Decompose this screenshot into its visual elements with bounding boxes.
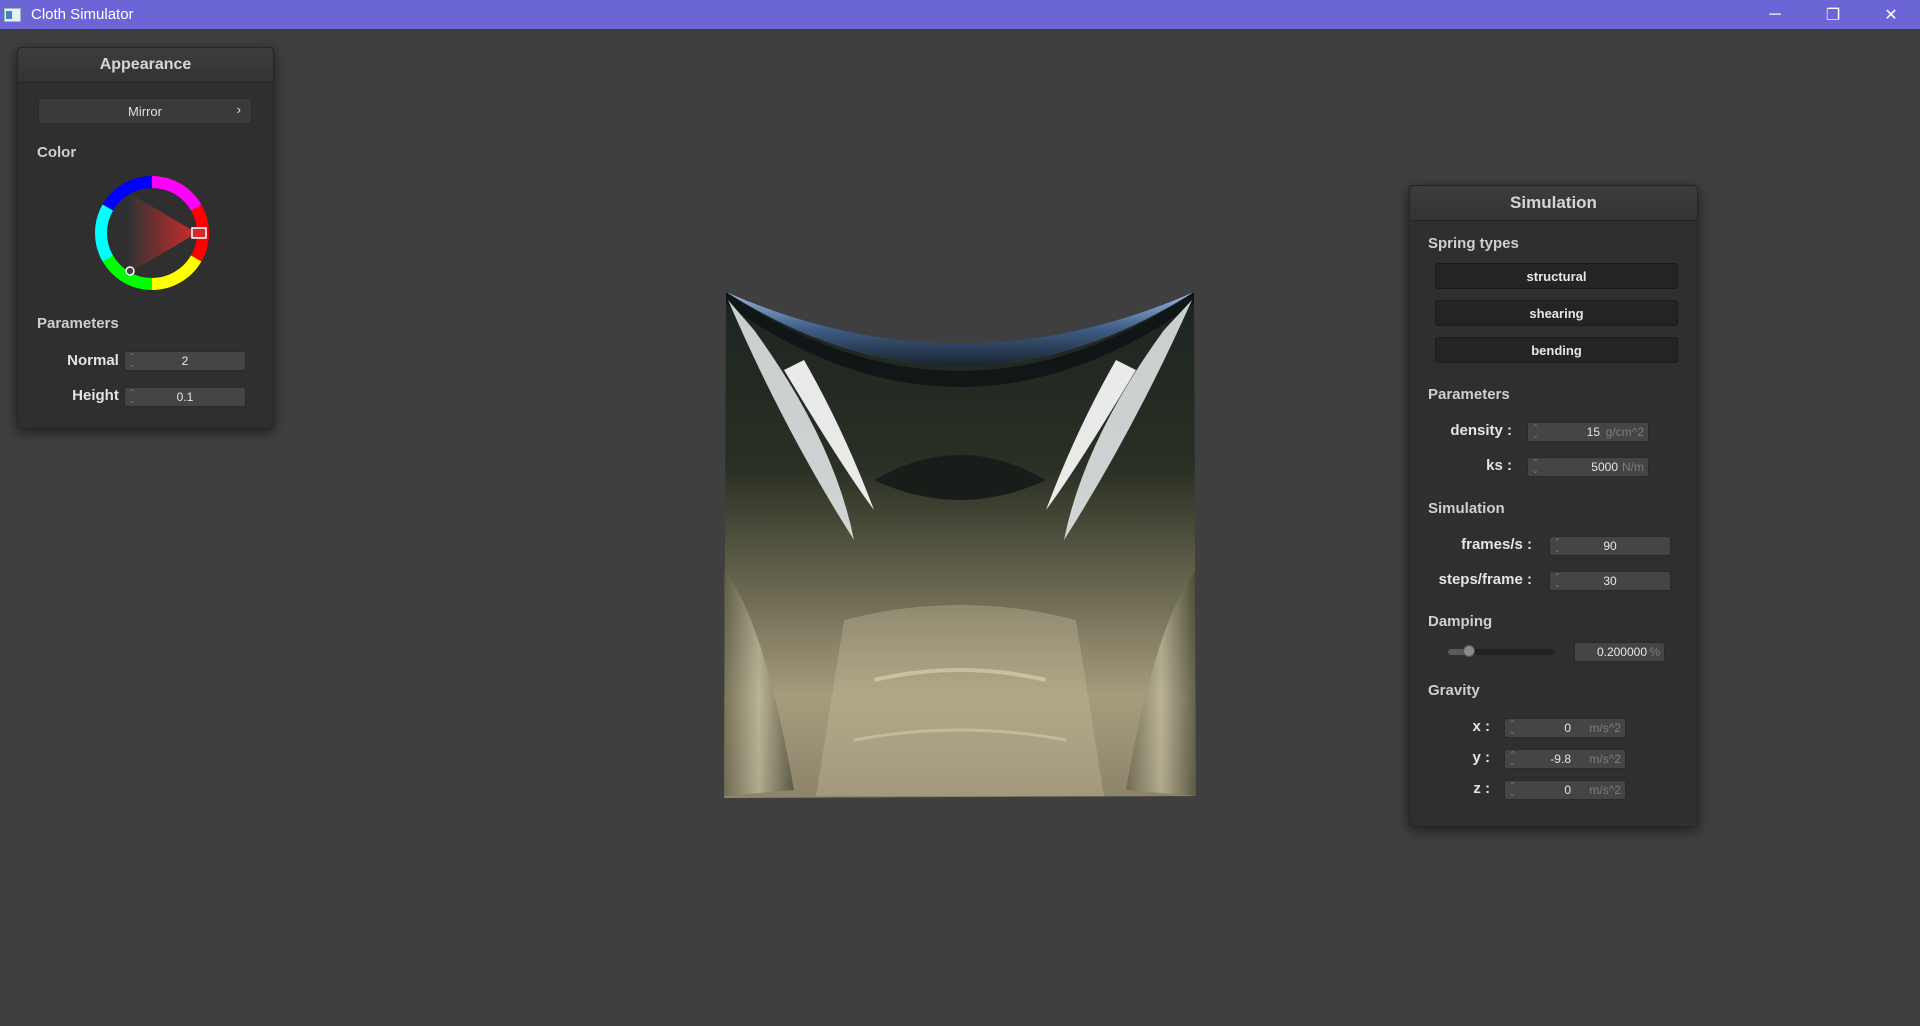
ks-label: ks : [1486, 457, 1512, 474]
spinner-icon[interactable]: ⌃ ⌄ [1509, 782, 1516, 798]
appearance-title: Appearance [99, 56, 192, 73]
simulation-panel-header[interactable]: Simulation [1410, 186, 1697, 221]
cloth-viewport[interactable] [724, 290, 1196, 798]
chevron-right-icon: › [236, 102, 241, 117]
gravity-z-value: 0 [1564, 783, 1571, 797]
hue-handle[interactable] [191, 227, 207, 239]
steps-value: 30 [1603, 574, 1617, 588]
ks-field[interactable]: ⌃ ⌄ 5000 N/m [1527, 457, 1649, 477]
height-field[interactable]: ⌃ ⌄ 0.1 [124, 387, 246, 407]
appearance-panel-header[interactable]: Appearance [18, 48, 273, 83]
height-label: Height : [72, 387, 128, 404]
ks-unit: N/m [1622, 460, 1644, 474]
spinner-icon[interactable]: ⌃ ⌄ [1509, 720, 1516, 736]
steps-label: steps/frame : [1438, 571, 1532, 588]
spinner-icon[interactable]: ⌃ ⌄ [1509, 751, 1516, 767]
simulation-title: Simulation [1510, 193, 1597, 212]
gravity-x-label: x : [1472, 718, 1490, 735]
damping-field[interactable]: 0.200000 % [1574, 642, 1665, 662]
color-handle[interactable] [125, 266, 135, 276]
density-value: 15 [1586, 425, 1600, 439]
damping-value: 0.200000 [1596, 645, 1647, 659]
appearance-panel: Appearance Mirror › Color Parameters Nor… [17, 47, 274, 429]
gravity-z-label: z : [1473, 780, 1490, 797]
normal-label: Normal : [67, 352, 128, 369]
damping-slider[interactable] [1448, 645, 1555, 657]
density-label: density : [1450, 422, 1512, 439]
color-wheel[interactable] [92, 173, 212, 293]
title-bar: Cloth Simulator ─ ❐ ✕ [0, 0, 1920, 29]
gravity-y-label: y : [1472, 749, 1490, 766]
simulation-parameters-label: Parameters [1428, 386, 1510, 403]
normal-value: 2 [181, 354, 189, 368]
maximize-button[interactable]: ❐ [1804, 0, 1862, 29]
density-unit: g/cm^2 [1605, 425, 1644, 439]
gravity-label: Gravity [1428, 682, 1480, 699]
damping-label: Damping [1428, 613, 1493, 630]
slider-knob[interactable] [1463, 645, 1476, 657]
height-value: 0.1 [176, 390, 194, 404]
spring-types-label: Spring types [1428, 235, 1519, 252]
fps-value: 90 [1603, 539, 1617, 553]
normal-field[interactable]: ⌃ ⌄ 2 [124, 351, 246, 371]
gravity-y-field[interactable]: ⌃ ⌄ -9.8 m/s^2 [1504, 749, 1626, 769]
spinner-icon[interactable]: ⌃ ⌄ [1532, 424, 1539, 440]
minimize-button[interactable]: ─ [1746, 0, 1804, 29]
app-icon [4, 7, 21, 22]
damping-unit: % [1649, 645, 1660, 659]
structural-button[interactable]: structural [1435, 263, 1678, 289]
simulation-section-label: Simulation [1428, 500, 1505, 517]
shearing-button[interactable]: shearing [1435, 300, 1678, 326]
close-button[interactable]: ✕ [1862, 0, 1920, 29]
color-label: Color [37, 144, 77, 161]
appearance-parameters-label: Parameters [37, 315, 119, 332]
fps-field[interactable]: ⌃ ⌄ 90 [1549, 536, 1671, 556]
steps-field[interactable]: ⌃ ⌄ 30 [1549, 571, 1671, 591]
bending-button[interactable]: bending [1435, 337, 1678, 363]
ks-value: 5000 [1591, 460, 1618, 474]
fps-label: frames/s : [1461, 536, 1532, 553]
gravity-y-unit: m/s^2 [1589, 752, 1621, 766]
simulation-panel: Simulation Spring types structural shear… [1409, 185, 1698, 827]
window-title: Cloth Simulator [31, 6, 134, 23]
gravity-x-field[interactable]: ⌃ ⌄ 0 m/s^2 [1504, 718, 1626, 738]
shader-select[interactable]: Mirror › [38, 98, 252, 124]
density-field[interactable]: ⌃ ⌄ 15 g/cm^2 [1527, 422, 1649, 442]
shader-select-value: Mirror [128, 103, 162, 119]
gravity-y-value: -9.8 [1550, 752, 1571, 766]
gravity-z-unit: m/s^2 [1589, 783, 1621, 797]
gravity-x-unit: m/s^2 [1589, 721, 1621, 735]
spinner-icon[interactable]: ⌃ ⌄ [1532, 459, 1539, 475]
cloth-mesh [724, 292, 1196, 798]
gravity-x-value: 0 [1564, 721, 1571, 735]
gravity-z-field[interactable]: ⌃ ⌄ 0 m/s^2 [1504, 780, 1626, 800]
